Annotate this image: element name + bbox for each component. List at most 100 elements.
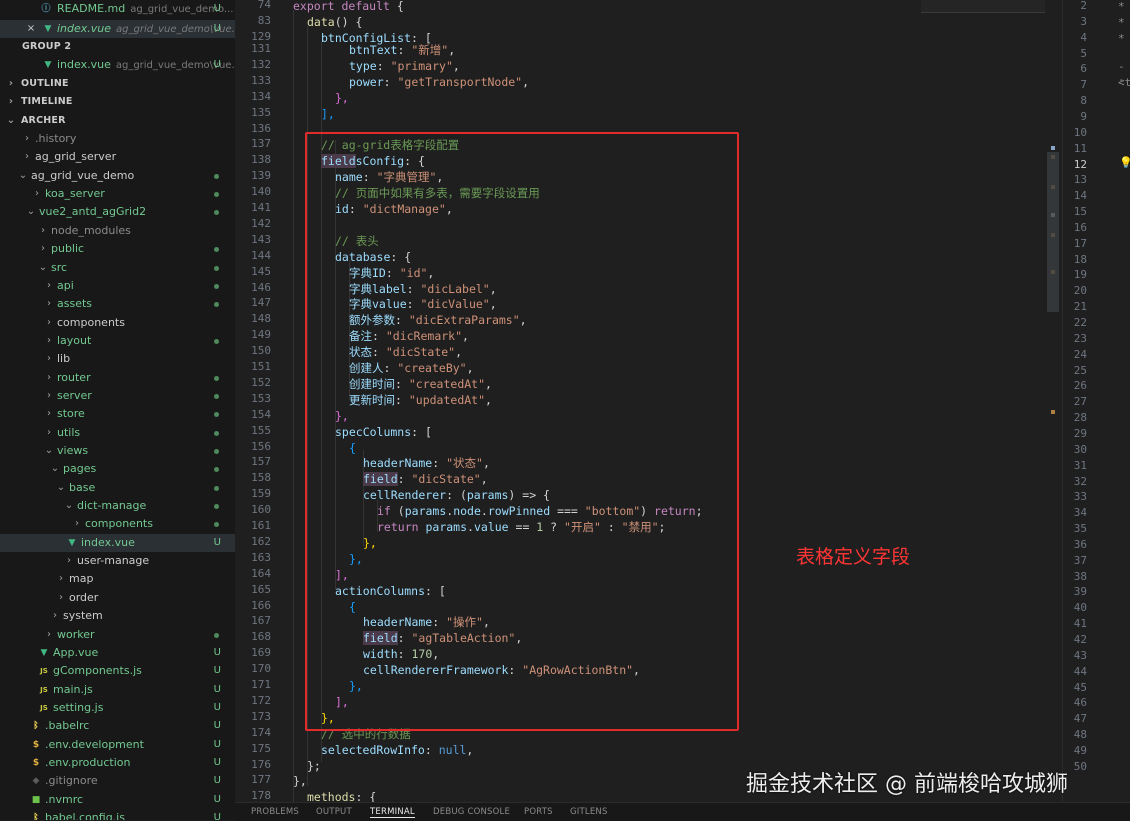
code-line[interactable]: methods: { xyxy=(307,789,376,802)
tree-item[interactable]: › layout xyxy=(0,332,235,350)
tree-item[interactable]: › assets xyxy=(0,295,235,313)
tree-item[interactable]: ⌄ vue2_antd_agGrid2 xyxy=(0,203,235,221)
tree-item-label: App.vue xyxy=(53,645,99,659)
chevron-right-icon: › xyxy=(47,298,51,310)
tree-item-label: components xyxy=(85,517,153,531)
line-number: 139 xyxy=(251,169,271,183)
archer-section[interactable]: ⌄ ARCHER xyxy=(0,112,235,130)
group-2-header[interactable]: GROUP 2 xyxy=(0,38,235,56)
tree-item-label: assets xyxy=(57,297,93,311)
line-number: 10 xyxy=(1073,125,1087,139)
tree-item[interactable]: › koa_server xyxy=(0,185,235,203)
env-file-icon: $ xyxy=(32,757,40,768)
git-status: U xyxy=(213,3,221,14)
tree-item[interactable]: › map xyxy=(0,570,235,588)
code-token: : { xyxy=(355,790,377,802)
tree-item-label: node_modules xyxy=(51,223,131,237)
close-icon[interactable]: × xyxy=(26,20,36,38)
tree-item-label: babel.config.js xyxy=(45,811,125,820)
line-number: 165 xyxy=(251,582,271,596)
code-line[interactable]: type: "primary", xyxy=(349,58,460,74)
tree-item[interactable]: JS setting.js U xyxy=(0,699,235,717)
code-line[interactable]: btnText: "新增", xyxy=(349,42,455,58)
line-number: 29 xyxy=(1073,426,1087,440)
chevron-right-icon: › xyxy=(47,353,51,365)
line-number: 44 xyxy=(1073,664,1087,678)
tree-item[interactable]: ⌄ ag_grid_vue_demo xyxy=(0,167,235,185)
tree-item[interactable]: ᛒ babel.config.js U xyxy=(0,809,235,820)
js-file-icon: JS xyxy=(40,703,48,712)
code-line[interactable]: }; xyxy=(307,758,321,774)
tree-item[interactable]: › router xyxy=(0,369,235,387)
line-number: 48 xyxy=(1073,728,1087,742)
chevron-right-icon: › xyxy=(75,518,79,530)
tree-item[interactable]: › user-manage xyxy=(0,552,235,570)
tree-item[interactable]: ▼ App.vue U xyxy=(0,644,235,662)
tree-item[interactable]: › utils xyxy=(0,424,235,442)
tree-item[interactable]: › order xyxy=(0,589,235,607)
tree-item[interactable]: › worker xyxy=(0,626,235,644)
tree-item[interactable]: ᛒ .babelrc U xyxy=(0,717,235,735)
tree-item[interactable]: ⌄ base xyxy=(0,479,235,497)
lightbulb-icon[interactable]: 💡 xyxy=(1119,156,1130,169)
tree-item[interactable]: ■ .nvmrc U xyxy=(0,791,235,809)
outline-section[interactable]: › OUTLINE xyxy=(0,75,235,93)
tree-item-label: router xyxy=(57,370,91,384)
tree-item[interactable]: ⌄ dict-manage xyxy=(0,497,235,515)
tree-item[interactable]: › public xyxy=(0,240,235,258)
panel-tab[interactable]: DEBUG CONSOLE xyxy=(433,807,510,817)
git-status: U xyxy=(213,793,221,805)
tree-item[interactable]: › server xyxy=(0,387,235,405)
tree-item[interactable]: › api xyxy=(0,277,235,295)
panel-tab[interactable]: PORTS xyxy=(524,807,553,817)
code-line[interactable]: }, xyxy=(335,90,349,106)
line-number: 33 xyxy=(1073,490,1087,504)
tree-item[interactable]: JS main.js U xyxy=(0,681,235,699)
timeline-section[interactable]: › TIMELINE xyxy=(0,93,235,111)
code-line[interactable]: ], xyxy=(321,106,335,122)
git-modified-dot xyxy=(214,375,219,381)
panel-tab[interactable]: PROBLEMS xyxy=(251,807,299,817)
tree-item[interactable]: $ .env.production U xyxy=(0,754,235,772)
chevron-right-icon: › xyxy=(47,426,51,438)
annotation-box xyxy=(305,132,739,731)
open-editor-index-vue[interactable]: × ▼ index.vue ag_grid_vue_demo\vue... U xyxy=(0,20,235,38)
tree-item[interactable]: $ .env.development U xyxy=(0,736,235,754)
code-line[interactable]: data() { xyxy=(307,14,362,30)
tree-item[interactable]: JS gComponents.js U xyxy=(0,662,235,680)
code-line[interactable]: }, xyxy=(293,773,307,789)
tree-item[interactable]: › store xyxy=(0,405,235,423)
line-number: 18 xyxy=(1073,252,1087,266)
group-2-index-vue[interactable]: ▼ index.vue ag_grid_vue_demo\vue... U xyxy=(0,56,235,74)
git-modified-dot xyxy=(214,283,219,289)
line-number: 5 xyxy=(1080,46,1087,60)
panel-tab[interactable]: OUTPUT xyxy=(316,807,352,817)
tree-item[interactable]: › system xyxy=(0,607,235,625)
code-line[interactable]: power: "getTransportNode", xyxy=(349,74,529,90)
tree-item[interactable]: › node_modules xyxy=(0,222,235,240)
tree-item-label: .nvmrc xyxy=(45,792,84,806)
line-number: 178 xyxy=(251,789,271,802)
tree-item[interactable]: ⌄ src xyxy=(0,259,235,277)
code-token: default xyxy=(341,0,390,13)
tree-item[interactable]: ◆ .gitignore U xyxy=(0,772,235,790)
tree-item[interactable]: › components xyxy=(0,515,235,533)
tree-item[interactable]: › lib xyxy=(0,350,235,368)
code-line[interactable]: export default { xyxy=(293,0,404,14)
tree-item-label: pages xyxy=(63,462,97,476)
tree-item[interactable]: › .history xyxy=(0,130,235,148)
right-editor-split[interactable]: 2 3 4 5 6 7 8 9 10 11 12 13 14 15 16 17 18 19 20 21 22 23 24 25… xyxy=(1062,0,1130,802)
panel-tab[interactable]: TERMINAL xyxy=(370,807,415,818)
line-number: 40 xyxy=(1073,601,1087,615)
line-number: 156 xyxy=(251,439,271,453)
open-editor-readme[interactable]: ⓘ README.md ag_grid_vue_demo... U xyxy=(0,0,235,18)
tree-item[interactable]: ▼ index.vue U xyxy=(0,533,235,552)
tree-item[interactable]: › ag_grid_server xyxy=(0,148,235,166)
tree-item[interactable]: ⌄ pages xyxy=(0,460,235,478)
tree-item[interactable]: ⌄ views xyxy=(0,442,235,460)
code-line[interactable]: selectedRowInfo: null, xyxy=(321,742,473,758)
panel-tab[interactable]: GITLENS xyxy=(570,807,608,817)
tree-item[interactable]: › components xyxy=(0,314,235,332)
line-number: 151 xyxy=(251,360,271,373)
open-editor-label: index.vue xyxy=(57,22,112,35)
